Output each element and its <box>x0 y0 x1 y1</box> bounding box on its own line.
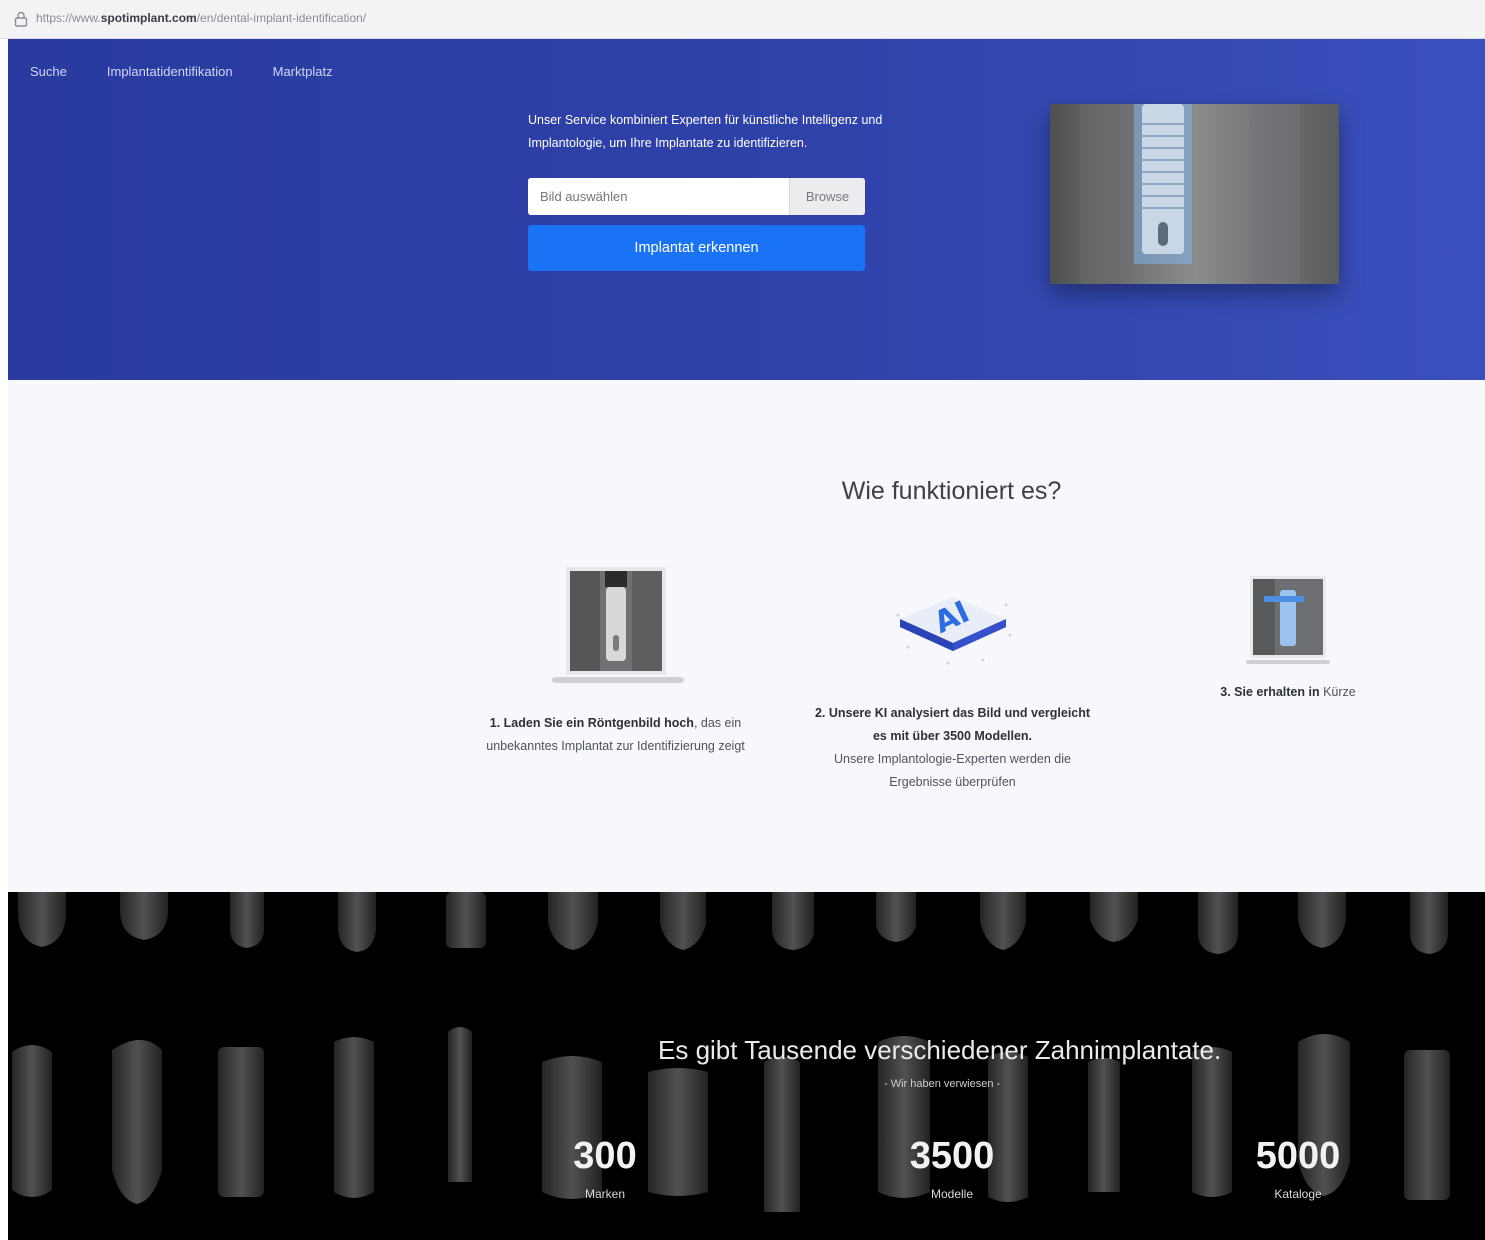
step-2-text: 2. Unsere KI analysiert das Bild und ver… <box>810 702 1095 794</box>
stats-subheading: - Wir haben verwiesen - <box>884 1078 1001 1090</box>
lock-icon <box>14 11 28 27</box>
step-3-image <box>1244 574 1332 671</box>
ai-chip-icon: AI <box>888 575 1018 675</box>
url-domain: spotimplant.com <box>100 11 197 25</box>
stat-label-marken: Marken <box>584 1187 625 1201</box>
hero-description: Unser Service kombiniert Experten für kü… <box>528 113 883 150</box>
step-2-rest: Unsere Implantologie-Experten werden die… <box>834 752 1071 789</box>
browse-button[interactable]: Browse <box>789 178 865 215</box>
main-nav: Suche Implantatidentifikation Marktplatz <box>30 64 333 79</box>
step-3-text: 3. Sie erhalten in Kürze <box>1188 681 1388 704</box>
file-upload[interactable]: Browse <box>528 178 865 215</box>
step-1-bold: 1. Laden Sie ein Röntgenbild hoch <box>489 716 694 730</box>
browser-url-bar[interactable]: https://www.spotimplant.com/en/dental-im… <box>0 0 1485 39</box>
step-1-image <box>548 565 688 695</box>
stat-label-modelle: Modelle <box>930 1187 974 1201</box>
stats-heading: Es gibt Tausende verschiedener Zahnimpla… <box>658 1035 1222 1065</box>
step-1-text: 1. Laden Sie ein Röntgenbild hoch, das e… <box>473 712 758 758</box>
stat-label-kataloge: Kataloge <box>1274 1187 1322 1201</box>
nav-item-suche[interactable]: Suche <box>30 64 67 79</box>
url-path: /en/dental-implant-identification/ <box>196 11 367 25</box>
step-3-rest: Kürze <box>1323 685 1356 699</box>
nav-item-implantatidentifikation[interactable]: Implantatidentifikation <box>107 64 233 79</box>
stat-number-marken: 300 <box>573 1135 637 1177</box>
hero-section: Suche Implantatidentifikation Marktplatz… <box>8 39 1485 380</box>
file-input[interactable] <box>528 178 790 215</box>
hero-xray-image <box>1050 104 1339 284</box>
section-title: Wie funktioniert es? <box>841 477 1062 505</box>
step-3-bold: 3. Sie erhalten in <box>1220 685 1320 699</box>
how-it-works-section: Wie funktioniert es? 1. Laden Sie ein Rö… <box>8 380 1485 892</box>
step-2-bold: 2. Unsere KI analysiert das Bild und ver… <box>814 706 1091 743</box>
stat-number-kataloge: 5000 <box>1255 1135 1341 1177</box>
url-text[interactable]: https://www.spotimplant.com/en/dental-im… <box>36 11 366 25</box>
stats-section: Es gibt Tausende verschiedener Zahnimpla… <box>8 892 1485 1240</box>
nav-item-marktplatz[interactable]: Marktplatz <box>273 64 333 79</box>
url-prefix: https://www. <box>36 11 101 25</box>
stat-number-modelle: 3500 <box>909 1135 995 1177</box>
detect-implant-button[interactable]: Implantat erkennen <box>528 225 865 271</box>
